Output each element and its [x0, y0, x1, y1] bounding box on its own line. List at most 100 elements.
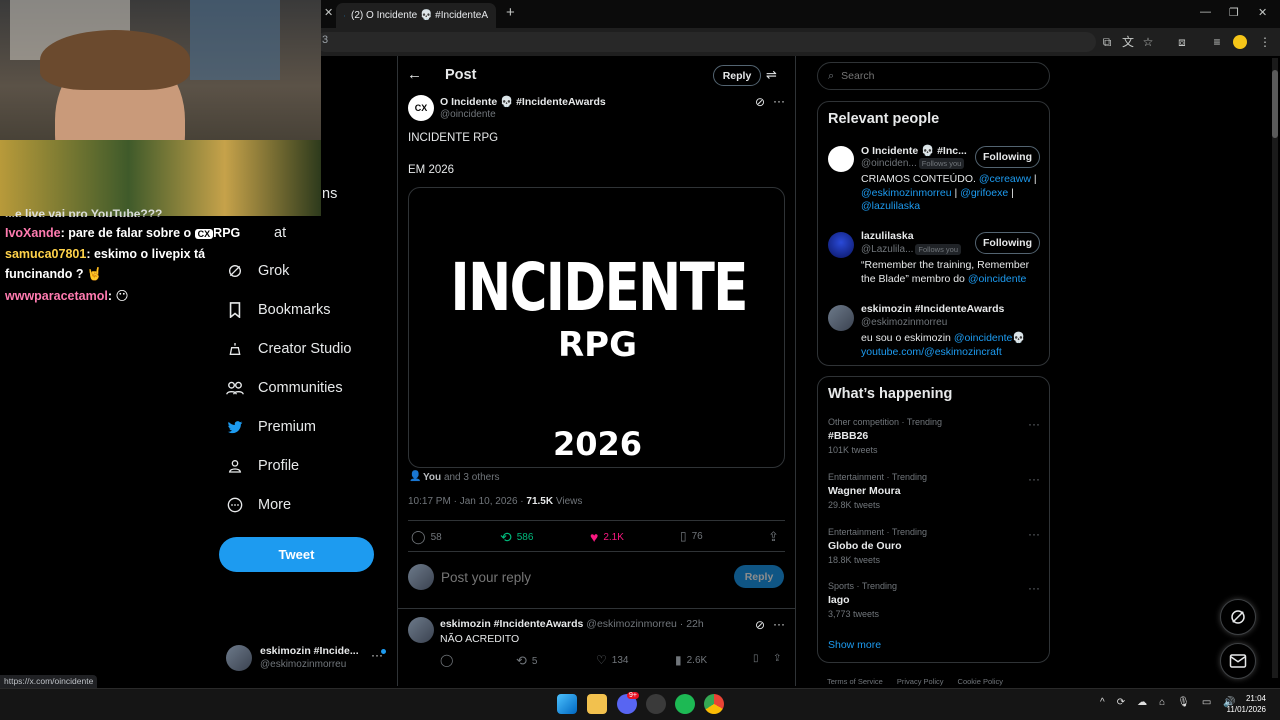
file-explorer-icon[interactable] [587, 694, 607, 714]
views-action[interactable]: ▮ 2.6K [675, 653, 707, 667]
post-media[interactable]: INCIDENTE RPG 2026 [408, 187, 785, 468]
minimize-icon[interactable]: — [1200, 6, 1211, 18]
microphone-icon[interactable]: 🎙 [1177, 697, 1190, 708]
share-action[interactable]: ⇪ [773, 653, 781, 664]
bio-link[interactable]: youtube.com/@eskimozincraft [861, 346, 1002, 358]
person-item[interactable]: O Incidente 💀 #Inc... @oinciden... Follow… [828, 144, 1040, 216]
avatar[interactable] [408, 617, 434, 643]
trend-item[interactable]: Other competition · Trending #BBB26 101K… [828, 417, 1040, 455]
nav-item-partial-chat[interactable]: at [274, 225, 286, 241]
scrollbar-thumb[interactable] [1272, 70, 1278, 138]
scrollbar-track[interactable] [1272, 58, 1278, 678]
sliders-icon[interactable]: ⇌ [766, 67, 777, 83]
post-author-handle[interactable]: @oincidente [440, 109, 496, 120]
post-author-name[interactable]: O Incidente 💀 #IncidenteAwards [440, 95, 606, 108]
account-switcher[interactable]: eskimozin #Incide... @eskimozinmorreu [226, 643, 391, 673]
nav-item-more[interactable]: More [226, 496, 291, 514]
reply-more-icon[interactable]: ··· [773, 617, 785, 631]
bio-link[interactable]: @lazulilaska [861, 200, 920, 212]
bookmark-star-icon[interactable]: ☆ [1140, 34, 1156, 50]
tray-cloud-icon[interactable]: ☁ [1137, 697, 1147, 708]
tray-chevron-icon[interactable]: ^ [1100, 697, 1105, 708]
grok-float-button[interactable] [1220, 599, 1256, 635]
trend-more-icon[interactable]: ··· [1028, 581, 1040, 595]
nav-item-bookmarks[interactable]: Bookmarks [226, 301, 331, 319]
like-action[interactable]: ♥ 2.1K [590, 529, 624, 545]
search-box[interactable]: ⌕ [817, 62, 1050, 90]
extensions-icon[interactable]: ⧈ [1174, 34, 1190, 50]
views-count: 2.6K [686, 654, 708, 666]
taskbar-clock[interactable]: 21:04 11/01/2026 [1222, 693, 1266, 715]
person-name[interactable]: lazulilaska [861, 230, 914, 242]
chrome-icon[interactable] [704, 694, 724, 714]
person-item[interactable]: eskimozin #IncidenteAwards @eskimozinmor… [828, 303, 1040, 360]
display-icon[interactable]: ▭ [1202, 697, 1211, 708]
bio-link[interactable]: @cereaww [979, 173, 1031, 185]
reply-submit-button[interactable]: Reply [734, 565, 784, 588]
close-window-icon[interactable]: ✕ [1258, 6, 1267, 19]
maximize-icon[interactable]: ❐ [1229, 6, 1239, 19]
following-button[interactable]: Following [975, 232, 1040, 254]
footer-link[interactable]: Privacy Policy [897, 677, 944, 686]
retweet-action[interactable]: ⟲ 586 [500, 529, 533, 546]
person-name[interactable]: O Incidente 💀 #Inc... [861, 144, 967, 157]
retweet-action[interactable]: ⟲ 5 [516, 653, 537, 669]
reply-action[interactable]: ◯ 58 [411, 529, 442, 545]
spotify-icon[interactable] [675, 694, 695, 714]
browser-tab-active[interactable]: (2) O Incidente 💀 #IncidenteA [336, 3, 496, 28]
person-name[interactable]: eskimozin #IncidenteAwards [861, 303, 1004, 315]
chrome-menu-icon[interactable]: ⋮ [1257, 34, 1273, 50]
tweet-button[interactable]: Tweet [219, 537, 374, 572]
back-arrow-icon[interactable]: ← [407, 66, 422, 83]
show-more-link[interactable]: Show more [828, 639, 881, 651]
nav-item-creator-studio[interactable]: Creator Studio [226, 340, 352, 358]
nav-item-premium[interactable]: Premium [226, 418, 316, 436]
trend-more-icon[interactable]: ··· [1028, 472, 1040, 486]
trend-more-icon[interactable]: ··· [1028, 527, 1040, 541]
grok-icon[interactable]: ⊘ [755, 95, 765, 109]
reply-author-handle[interactable]: @eskimozinmorreu · 22h [586, 618, 703, 630]
new-tab-icon[interactable]: + [506, 4, 515, 21]
footer-link[interactable]: Terms of Service [827, 677, 883, 686]
search-input[interactable] [841, 70, 1022, 82]
translate-icon[interactable]: 文 [1120, 34, 1136, 50]
close-tab-icon[interactable]: ✕ [324, 6, 333, 19]
liked-by[interactable]: You and 3 others [423, 472, 500, 483]
post-more-icon[interactable]: ··· [773, 94, 785, 108]
address-bar[interactable]: 3 [316, 32, 1096, 52]
nav-item-grok[interactable]: Grok [226, 262, 289, 280]
trend-more-icon[interactable]: ··· [1028, 417, 1040, 431]
footer-link[interactable]: Cookie Policy [958, 677, 1003, 686]
bookmark-action[interactable]: ▯ [753, 653, 759, 664]
windows-start-icon[interactable] [557, 694, 577, 714]
incidente-logo-icon[interactable]: CX [408, 95, 434, 121]
obs-icon[interactable] [646, 694, 666, 714]
bio-link[interactable]: @grifoexe [960, 187, 1008, 199]
bio-link[interactable]: @oincidente💀 [954, 332, 1026, 344]
messages-float-button[interactable] [1220, 643, 1256, 679]
trend-item[interactable]: Sports · Trending Iago 3,773 tweets ··· [828, 581, 1040, 619]
grok-icon[interactable]: ⊘ [755, 618, 765, 632]
bio-link[interactable]: @eskimozinmorreu [861, 187, 952, 199]
nav-item-profile[interactable]: Profile [226, 457, 299, 475]
tray-network-icon[interactable]: ⌂ [1159, 697, 1165, 708]
profile-avatar-icon[interactable] [1233, 35, 1247, 49]
nav-item-partial[interactable]: ns [322, 186, 337, 202]
trend-item[interactable]: Entertainment · Trending Globo de Ouro 1… [828, 527, 1040, 565]
bookmark-action[interactable]: ▯ 76 [680, 529, 703, 543]
tray-app-icon[interactable]: ⟳ [1117, 697, 1125, 708]
like-action[interactable]: ♡ 134 [596, 653, 628, 667]
media-control-icon[interactable]: ≡ [1209, 34, 1225, 50]
reply-header-button[interactable]: Reply [713, 65, 761, 86]
reply-author-name[interactable]: eskimozin #IncidenteAwards [440, 618, 583, 630]
reply-action[interactable]: ◯ [440, 653, 453, 667]
reply-input[interactable] [441, 566, 721, 588]
bio-link[interactable]: @oincidente [968, 273, 1027, 285]
trend-item[interactable]: Entertainment · Trending Wagner Moura 29… [828, 472, 1040, 510]
person-item[interactable]: lazulilaska @Lazulila... Follows you Foll… [828, 230, 1040, 285]
nav-item-communities[interactable]: Communities [226, 379, 343, 397]
following-button[interactable]: Following [975, 146, 1040, 168]
post-timestamp[interactable]: 10:17 PM · Jan 10, 2026 · [408, 496, 526, 507]
share-action[interactable]: ⇪ [768, 529, 779, 545]
install-app-icon[interactable]: ⧉ [1099, 34, 1115, 50]
